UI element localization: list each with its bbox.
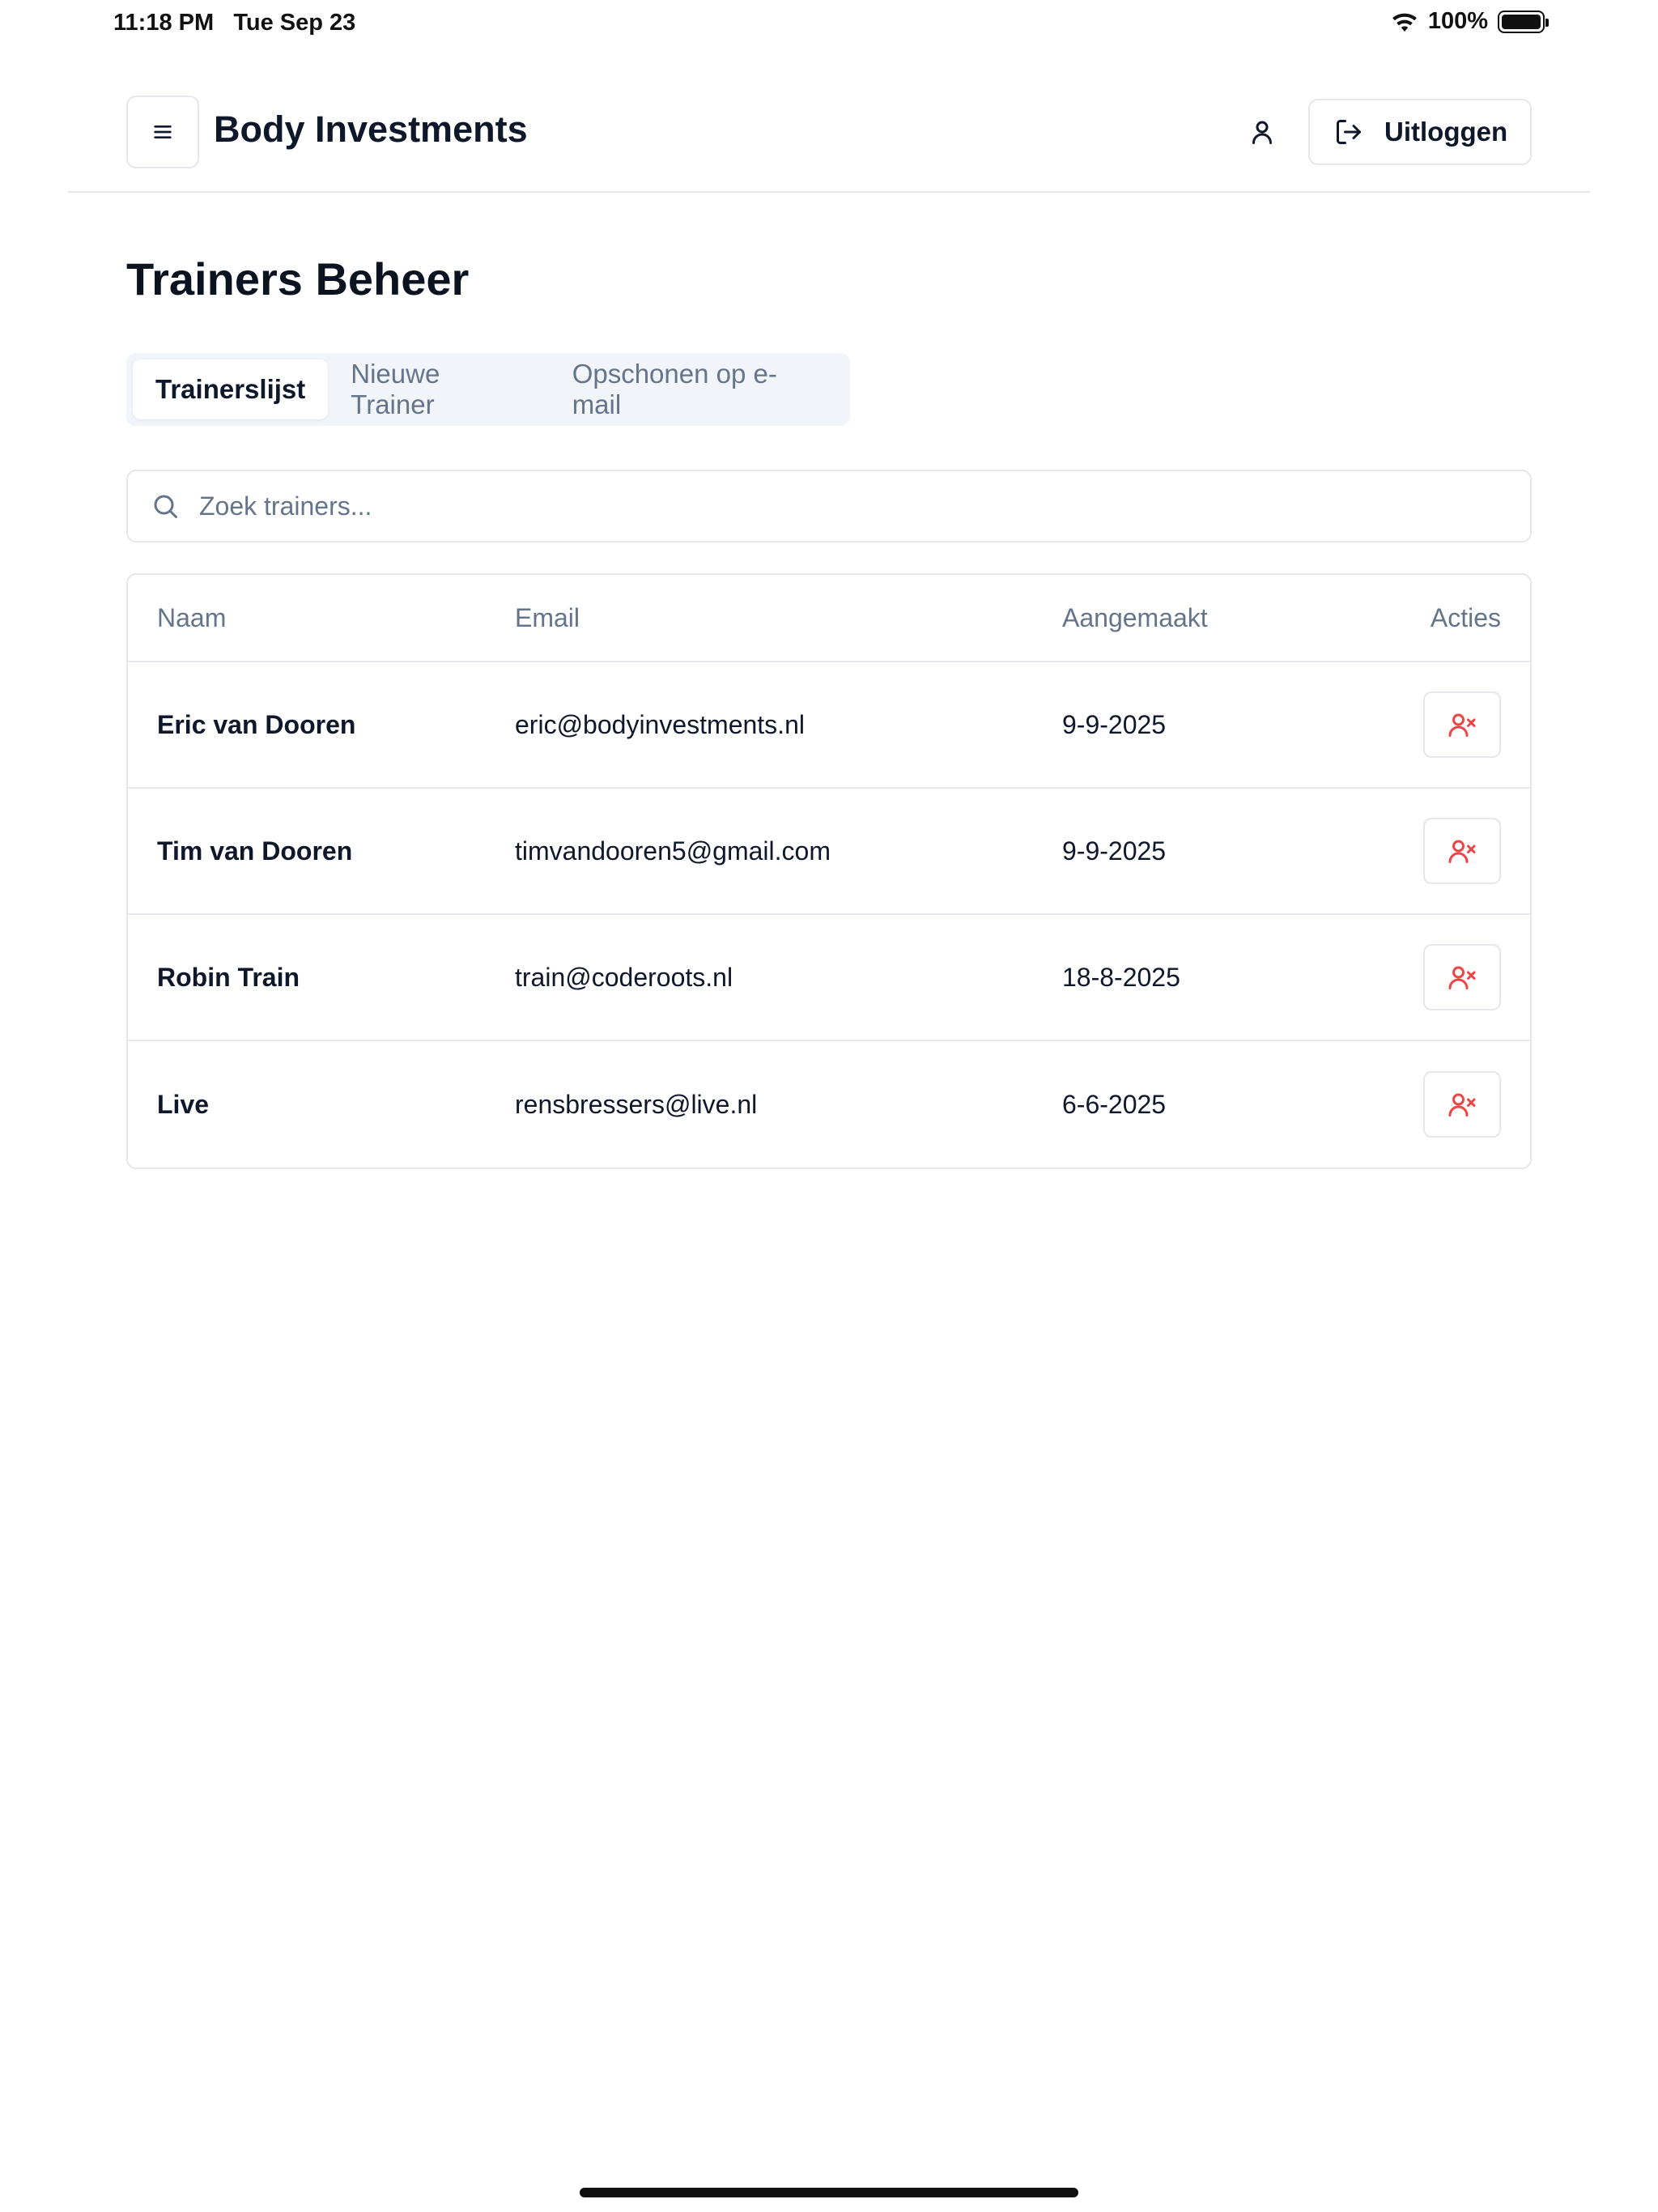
user-x-icon	[1448, 840, 1476, 863]
user-x-icon	[1448, 966, 1476, 989]
status-indicators: 100%	[1391, 8, 1549, 35]
header-name: Naam	[157, 602, 227, 632]
tab-bar: Trainerslijst Nieuwe Trainer Opschonen o…	[126, 353, 850, 426]
search-input[interactable]	[199, 491, 1494, 521]
menu-icon	[154, 125, 172, 138]
trainer-name: Tim van Dooren	[157, 836, 353, 866]
header-actions: Acties	[1430, 602, 1501, 632]
page-title: Trainers Beheer	[126, 253, 470, 304]
status-date: Tue Sep 23	[233, 10, 356, 36]
tab-nieuwe-trainer[interactable]: Nieuwe Trainer	[328, 359, 549, 419]
table-row: Live rensbressers@live.nl 6-6-2025	[128, 1041, 1530, 1168]
logout-icon	[1337, 120, 1361, 144]
app-header: Body Investments Uitloggen	[68, 81, 1590, 193]
profile-button[interactable]	[1234, 104, 1290, 160]
status-clock: 11:18 PM	[113, 10, 215, 36]
trainer-name: Live	[157, 1089, 210, 1119]
search-box	[126, 470, 1532, 542]
table-header: Naam Email Aangemaakt Acties	[128, 575, 1530, 662]
home-indicator[interactable]	[580, 2188, 1078, 2197]
remove-trainer-button[interactable]	[1423, 944, 1501, 1010]
trainer-created: 18-8-2025	[1062, 962, 1180, 992]
battery-percent: 100%	[1427, 8, 1488, 34]
header-email: Email	[515, 602, 580, 632]
trainer-name: Robin Train	[157, 962, 300, 992]
tab-opschonen-op-email[interactable]: Opschonen op e-mail	[550, 359, 844, 419]
trainer-created: 9-9-2025	[1062, 709, 1167, 739]
status-bar: 11:18 PM Tue Sep 23 100%	[0, 0, 1658, 45]
logout-label: Uitloggen	[1384, 117, 1508, 147]
trainer-email: eric@bodyinvestments.nl	[515, 709, 805, 739]
user-icon	[1252, 121, 1272, 144]
logout-button[interactable]: Uitloggen	[1308, 99, 1532, 165]
user-x-icon	[1448, 1093, 1476, 1117]
trainer-created: 9-9-2025	[1062, 836, 1167, 866]
remove-trainer-button[interactable]	[1423, 691, 1501, 758]
battery-icon	[1498, 10, 1549, 33]
remove-trainer-button[interactable]	[1423, 1071, 1501, 1138]
trainer-created: 6-6-2025	[1062, 1089, 1167, 1119]
brand-title: Body Investments	[214, 108, 528, 150]
menu-button[interactable]	[126, 96, 199, 168]
trainer-email: rensbressers@live.nl	[515, 1089, 758, 1119]
search-icon	[151, 491, 180, 521]
status-time: 11:18 PM Tue Sep 23	[113, 10, 355, 36]
wifi-icon	[1392, 13, 1417, 32]
table-row: Tim van Dooren timvandooren5@gmail.com 9…	[128, 789, 1530, 915]
trainers-table: Naam Email Aangemaakt Acties Eric van Do…	[126, 573, 1532, 1169]
header-created: Aangemaakt	[1062, 602, 1208, 632]
table-row: Eric van Dooren eric@bodyinvestments.nl …	[128, 662, 1530, 789]
table-row: Robin Train train@coderoots.nl 18-8-2025	[128, 915, 1530, 1041]
trainer-email: timvandooren5@gmail.com	[515, 836, 831, 866]
tab-trainerslijst[interactable]: Trainerslijst	[133, 359, 329, 419]
trainer-email: train@coderoots.nl	[515, 962, 733, 992]
user-x-icon	[1448, 713, 1476, 737]
remove-trainer-button[interactable]	[1423, 818, 1501, 884]
trainer-name: Eric van Dooren	[157, 709, 356, 739]
